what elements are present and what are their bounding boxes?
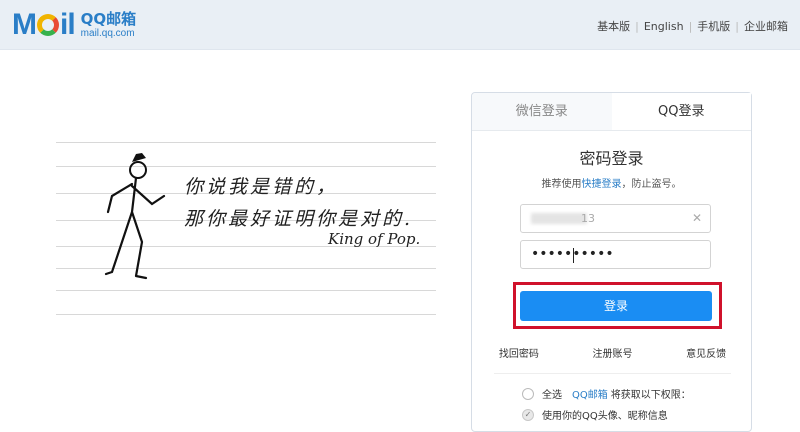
permission-item-row[interactable]: ✓ 使用你的QQ头像、昵称信息 [522, 407, 668, 422]
text-cursor [573, 248, 574, 263]
login-subtitle: 推荐使用快捷登录，防止盗号。 [541, 179, 682, 190]
dancer-figure-icon [104, 153, 166, 280]
tab-qq-login[interactable]: QQ登录 [611, 93, 751, 130]
clear-icon[interactable]: ✕ [692, 211, 702, 225]
select-all-radio[interactable] [522, 387, 534, 400]
top-links: 基本版 | English | 手机版 | 企业邮箱 [597, 18, 788, 34]
link-mobile-version[interactable]: 手机版 [697, 18, 730, 34]
permission-item-label: 使用你的QQ头像、昵称信息 [542, 411, 668, 422]
tab-wechat-login[interactable]: 微信登录 [472, 93, 612, 130]
logo-url: mail.qq.com [80, 27, 135, 39]
login-title: 密码登录 [579, 149, 644, 168]
username-input[interactable]: 13 ✕ [520, 204, 711, 233]
login-tabs: 微信登录 QQ登录 [472, 93, 751, 131]
qq-mail-logo[interactable]: Mil QQ邮箱 mail.qq.com [12, 9, 136, 41]
logo-wordmark: Mil [12, 8, 76, 41]
register-link[interactable]: 注册账号 [584, 345, 640, 360]
checkmark-icon[interactable]: ✓ [522, 408, 534, 421]
grant-text: 将获取以下权限： [610, 390, 691, 401]
account-links: 找回密码 注册账号 意见反馈 [472, 345, 753, 360]
app-name-link[interactable]: QQ邮箱 [572, 386, 608, 401]
top-header: Mil QQ邮箱 mail.qq.com 基本版 | English | 手机版… [0, 0, 800, 50]
quote-line-1: 你说我是错的， [184, 176, 339, 198]
illustration: 你说我是错的， 那你最好证明你是对的. King of Pop. [56, 138, 436, 318]
forgot-password-link[interactable]: 找回密码 [491, 345, 547, 360]
quote-line-2: 那你最好证明你是对的. [184, 208, 414, 230]
select-all-label: 全选 [542, 390, 562, 401]
username-value: 13 [581, 212, 595, 225]
link-english[interactable]: English [644, 20, 684, 33]
password-input[interactable]: •••••••••• [520, 240, 711, 269]
login-panel: 微信登录 QQ登录 密码登录 推荐使用快捷登录，防止盗号。 13 ✕ •••••… [471, 92, 752, 432]
quick-login-link[interactable]: 快捷登录 [582, 179, 622, 190]
quote-signature: King of Pop. [328, 230, 421, 248]
login-button[interactable]: 登录 [520, 291, 712, 321]
feedback-link[interactable]: 意见反馈 [678, 345, 734, 360]
link-enterprise-mail[interactable]: 企业邮箱 [744, 18, 788, 34]
logo-title: QQ邮箱 [80, 9, 137, 28]
username-redacted [531, 213, 587, 224]
link-basic-version[interactable]: 基本版 [597, 18, 630, 34]
logo-ring-icon [37, 14, 59, 36]
divider [494, 373, 731, 374]
permission-select-all-row[interactable]: 全选 QQ邮箱 将获取以下权限： [522, 386, 691, 401]
